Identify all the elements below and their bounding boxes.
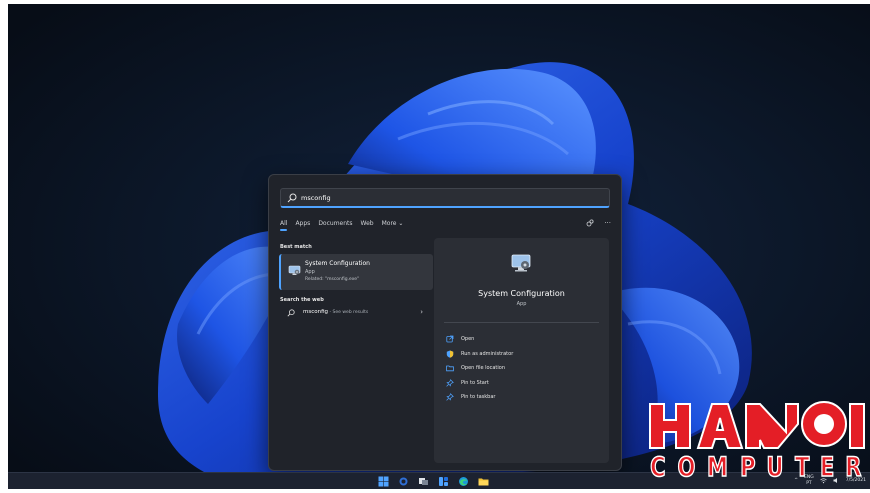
divider [444, 322, 599, 323]
action-label: Pin to Start [461, 379, 489, 386]
task-view-icon[interactable] [418, 476, 429, 487]
tabs-right-actions: ··· [586, 219, 611, 227]
wordmark-letter: E [819, 451, 835, 484]
tab-web[interactable]: Web [361, 220, 374, 230]
action-pin-to-start[interactable]: Pin to Start [446, 376, 513, 391]
web-query: msconfig [303, 309, 329, 315]
more-options-button[interactable]: ··· [604, 219, 611, 227]
tab-more[interactable]: More ⌄ [382, 220, 404, 230]
action-label: Run as administrator [461, 350, 514, 357]
wordmark-letter: U [766, 451, 784, 484]
action-label: Open [461, 336, 475, 343]
open-icon [446, 335, 454, 343]
file-explorer-icon[interactable] [478, 476, 489, 487]
action-open[interactable]: Open [446, 332, 513, 347]
start-search-panel: msconfig All Apps Documents Web More ⌄ ·… [268, 174, 622, 471]
best-match-heading: Best match [280, 244, 312, 250]
system-configuration-large-icon [511, 254, 531, 272]
pin-icon [446, 378, 454, 387]
result-name: System Configuration [305, 260, 370, 267]
search-icon[interactable] [398, 476, 409, 487]
wordmark-letter: C [650, 451, 667, 484]
search-input[interactable]: msconfig [301, 194, 331, 202]
taskbar-apps [378, 476, 489, 487]
search-box[interactable]: msconfig [280, 188, 610, 208]
folder-icon [446, 365, 454, 372]
system-configuration-app-icon [288, 265, 301, 275]
tab-documents[interactable]: Documents [318, 220, 352, 230]
tab-apps[interactable]: Apps [295, 220, 310, 230]
chevron-right-icon[interactable]: › [420, 308, 423, 316]
edge-browser-icon[interactable] [458, 476, 469, 487]
wordmark-letter: O [676, 451, 695, 484]
tab-all[interactable]: All [280, 220, 288, 231]
widgets-icon[interactable] [438, 476, 449, 487]
web-suffix: - See web results [328, 310, 369, 315]
web-search-result[interactable]: msconfig - See web results › [279, 306, 431, 320]
details-title: System Configuration [478, 289, 565, 298]
action-label: Pin to taskbar [461, 394, 496, 401]
result-related: Related: "msconfig.exe" [305, 277, 360, 282]
action-list: Open Run as administrator Open file loca… [446, 332, 513, 405]
wordmark-letter: T [794, 451, 810, 484]
search-icon [287, 309, 295, 317]
pin-icon [446, 393, 454, 401]
computer-wordmark: C O M P U T E R [646, 451, 870, 484]
wordmark-letter: P [739, 451, 756, 484]
action-open-file-location[interactable]: Open file location [446, 361, 513, 376]
shield-icon [446, 350, 454, 358]
filter-tabs: All Apps Documents Web More ⌄ [280, 220, 404, 231]
wordmark-letter: M [707, 451, 729, 484]
wordmark-letter: R [845, 451, 862, 484]
windows-start-icon[interactable] [378, 476, 389, 487]
search-icon [287, 193, 297, 202]
hanoi-computer-watermark-logo: C O M P U T E R [646, 396, 870, 491]
search-web-heading: Search the web [280, 297, 324, 303]
details-subtitle: App [516, 301, 527, 307]
action-run-as-administrator[interactable]: Run as administrator [446, 347, 513, 362]
action-pin-to-taskbar[interactable]: Pin to taskbar [446, 390, 513, 405]
details-pane: System Configuration App Open Run as adm… [434, 238, 609, 463]
best-match-result[interactable]: System Configuration App Related: "mscon… [279, 254, 433, 290]
hanoi-logo-mark [649, 401, 865, 449]
result-type: App [305, 269, 315, 275]
connected-account-icon[interactable] [586, 219, 594, 227]
action-label: Open file location [461, 365, 505, 372]
